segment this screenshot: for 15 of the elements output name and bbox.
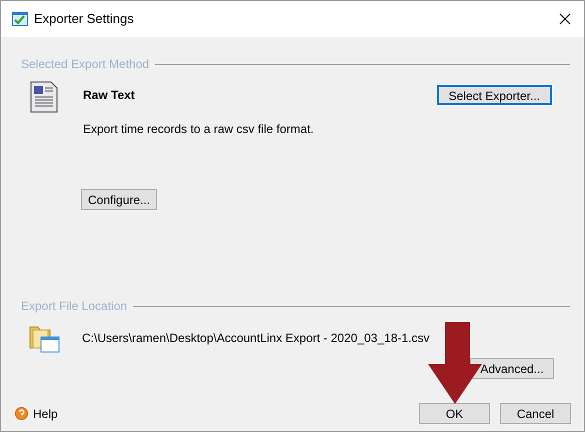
advanced-button[interactable]: Advanced... [470,358,554,379]
file-path: C:\Users\ramen\Desktop\AccountLinx Export - 2020_03_18-1.csv [82,330,430,347]
group-heading: Selected Export Method [21,56,150,73]
select-exporter-button[interactable]: Select Exporter... [436,85,552,105]
close-icon[interactable] [559,13,571,25]
group-heading: Export File Location [21,298,128,315]
help-icon[interactable] [15,407,28,420]
ok-button[interactable]: OK [419,403,490,424]
window-title: Exporter Settings [34,10,134,28]
configure-button[interactable]: Configure... [81,189,158,210]
exporter-description: Export time records to a raw csv file format. [83,121,315,138]
help-link[interactable]: Help [33,404,58,422]
cancel-button[interactable]: Cancel [500,403,571,424]
checklist-icon [12,11,28,27]
exporter-name: Raw Text [83,87,135,104]
